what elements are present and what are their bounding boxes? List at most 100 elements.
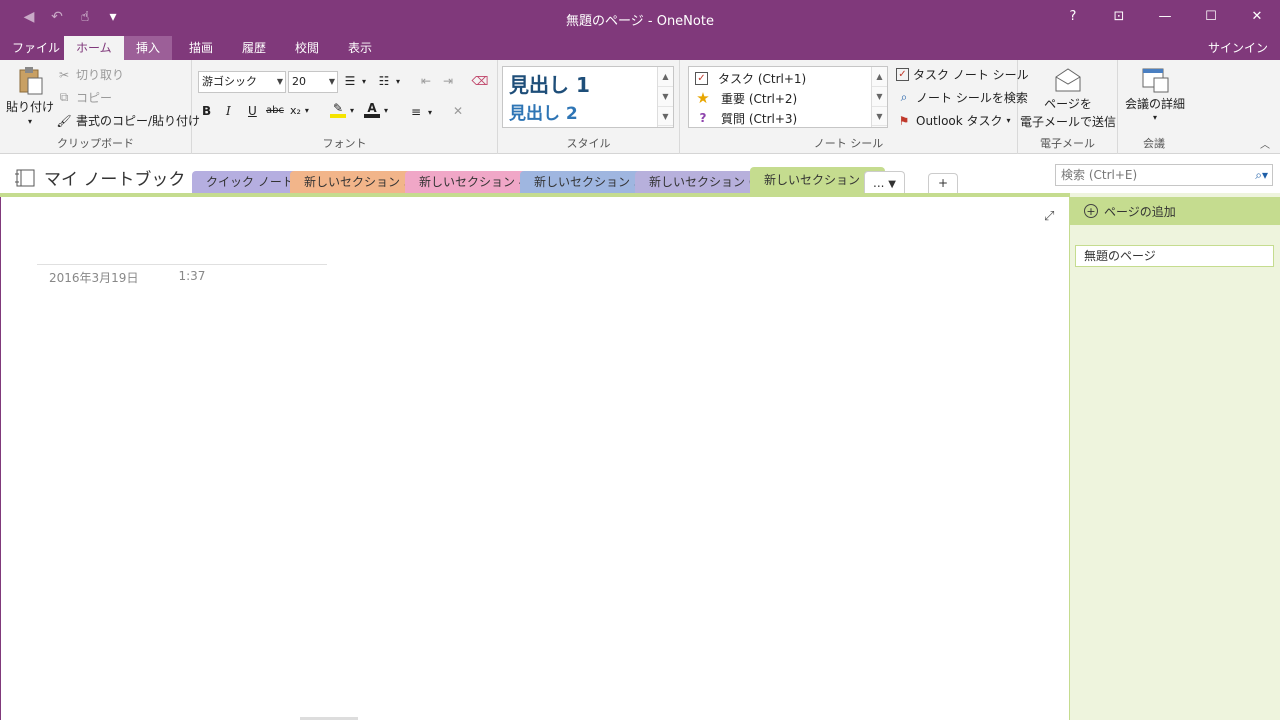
numbering-button[interactable]: ☷ ▾ xyxy=(376,73,400,89)
decrease-indent-button[interactable]: ⇤ xyxy=(418,73,434,89)
styles-group: 見出し 1 見出し 2 ▲ ▼ ▼ スタイル xyxy=(498,60,680,154)
copy-button[interactable]: ⧉ コピー xyxy=(56,89,112,106)
gallery-scroll[interactable]: ▲ ▼ ▼ xyxy=(871,67,887,127)
scroll-up-icon[interactable]: ▲ xyxy=(872,67,887,87)
scissors-icon: ✂ xyxy=(58,67,70,82)
paste-button[interactable]: 貼り付け ▾ xyxy=(6,66,54,126)
scroll-down-icon[interactable]: ▼ xyxy=(872,87,887,107)
tab-file[interactable]: ファイル xyxy=(0,36,72,60)
title-bar: ◀ ↶ ☝ ▾ 無題のページ - OneNote ? ⊡ — ☐ ✕ xyxy=(0,0,1280,36)
ribbon-display-icon[interactable]: ⊡ xyxy=(1096,0,1142,32)
group-label: 会議 xyxy=(1143,137,1165,150)
bullet-list-icon: ☰ xyxy=(344,74,356,88)
delete-x-icon: ✕ xyxy=(452,104,464,118)
search-icon[interactable]: ⌕▾ xyxy=(1255,165,1268,185)
italic-button[interactable]: I xyxy=(226,104,231,118)
customize-qat-icon[interactable]: ▾ xyxy=(102,6,124,28)
tab-home[interactable]: ホーム xyxy=(64,36,124,60)
tab-draw[interactable]: 描画 xyxy=(177,36,225,60)
font-color-button[interactable]: A ▾ xyxy=(364,101,389,118)
maximize-button[interactable]: ☐ xyxy=(1188,0,1234,32)
tab-view[interactable]: 表示 xyxy=(336,36,384,60)
chevron-down-icon: ▾ xyxy=(1006,116,1011,125)
minimize-button[interactable]: — xyxy=(1142,0,1188,32)
chevron-down-icon: ▾ xyxy=(1152,113,1157,122)
tag-label: タスク (Ctrl+1) xyxy=(718,71,807,86)
email-label-line2: 電子メールで送信 xyxy=(1020,115,1117,129)
notebook-selector[interactable]: マイ ノートブック ▼ xyxy=(14,165,202,190)
expand-icon[interactable]: ⤢ xyxy=(1044,209,1054,224)
chevron-down-icon: ▾ xyxy=(384,105,389,115)
todo-tag-label: タスク ノート シール xyxy=(913,68,1029,82)
subscript-button[interactable]: x₂ ▾ xyxy=(290,104,309,117)
search-placeholder: 検索 (Ctrl+E) xyxy=(1061,168,1138,182)
highlight-button[interactable]: ✎ ▾ xyxy=(330,101,355,118)
help-icon[interactable]: ? xyxy=(1050,0,1096,32)
clear-formatting-button[interactable]: ⌫ xyxy=(472,73,489,89)
back-icon[interactable]: ◀ xyxy=(18,6,40,28)
more-sections-button[interactable]: ... ▼ xyxy=(864,171,905,193)
email-label-line1: ページを xyxy=(1044,97,1092,111)
search-input[interactable]: 検索 (Ctrl+E) ⌕▾ xyxy=(1055,164,1273,186)
font-size-value: 20 xyxy=(292,75,306,88)
page-canvas[interactable]: ⤢ 2016年3月19日 1:37 xyxy=(0,197,1069,720)
undo-icon[interactable]: ↶ xyxy=(46,6,68,28)
strikethrough-button[interactable]: abc xyxy=(266,105,284,116)
cut-button[interactable]: ✂ 切り取り xyxy=(56,66,124,83)
envelope-icon xyxy=(1053,66,1083,94)
gallery-more-icon[interactable]: ▼ xyxy=(872,107,887,127)
paste-icon xyxy=(15,66,45,96)
tags-gallery[interactable]: ✓ タスク (Ctrl+1) ★ 重要 (Ctrl+2) ? 質問 (Ctrl+… xyxy=(688,66,888,128)
chevron-down-icon: ▾ xyxy=(350,105,355,115)
styles-gallery[interactable]: 見出し 1 見出し 2 ▲ ▼ ▼ xyxy=(502,66,674,128)
signin-link[interactable]: サインイン xyxy=(1208,36,1268,60)
meeting-details-label: 会議の詳細 xyxy=(1124,97,1185,111)
style-heading2[interactable]: 見出し 2 xyxy=(509,99,578,124)
add-page-label: ページの追加 xyxy=(1104,204,1176,219)
tag-item[interactable]: ✓ タスク (Ctrl+1) xyxy=(695,68,806,88)
collapse-ribbon-icon[interactable]: ︿ xyxy=(1260,136,1270,151)
gallery-scroll[interactable]: ▲ ▼ ▼ xyxy=(657,67,673,127)
outlook-tasks-button[interactable]: ⚑ Outlook タスク ▾ xyxy=(896,112,1011,129)
align-left-icon: ≡ xyxy=(410,105,422,119)
tab-insert[interactable]: 挿入 xyxy=(124,36,173,60)
align-button[interactable]: ≡ ▾ xyxy=(408,104,432,120)
touch-mode-icon[interactable]: ☝ xyxy=(74,6,96,28)
question-icon: ? xyxy=(699,111,707,125)
font-family-select[interactable]: 游ゴシック ▼ xyxy=(198,71,286,93)
quick-access-toolbar: ◀ ↶ ☝ ▾ xyxy=(18,6,124,28)
underline-button[interactable]: U xyxy=(248,104,257,118)
meeting-details-button[interactable]: 会議の詳細 ▾ xyxy=(1122,66,1188,122)
format-painter-button[interactable]: 🖌 書式のコピー/貼り付け xyxy=(56,112,200,129)
delete-button[interactable]: ✕ xyxy=(450,103,466,119)
font-family-value: 游ゴシック xyxy=(202,75,257,88)
chevron-down-icon: ▼ xyxy=(328,77,335,86)
bold-button[interactable]: B xyxy=(202,104,211,118)
scroll-up-icon[interactable]: ▲ xyxy=(658,67,673,87)
style-heading1[interactable]: 見出し 1 xyxy=(509,69,590,98)
chevron-down-icon: ▾ xyxy=(28,117,33,126)
group-label: 電子メール xyxy=(1040,137,1095,150)
add-page-button[interactable]: + ページの追加 xyxy=(1070,197,1280,225)
email-page-button[interactable]: ページを 電子メールで送信 xyxy=(1020,66,1116,130)
scroll-down-icon[interactable]: ▼ xyxy=(658,87,673,107)
tab-review[interactable]: 校閲 xyxy=(283,36,331,60)
find-tags-button[interactable]: ⌕ ノート シールを検索 xyxy=(896,89,1028,106)
email-group: ページを 電子メールで送信 電子メール xyxy=(1018,60,1118,154)
tab-history[interactable]: 履歴 xyxy=(230,36,278,60)
cut-label: 切り取り xyxy=(76,68,125,82)
tag-item[interactable]: ★ 重要 (Ctrl+2) xyxy=(695,88,797,108)
meeting-icon xyxy=(1140,66,1170,94)
increase-indent-button[interactable]: ⇥ xyxy=(440,73,456,89)
tag-item[interactable]: ? 質問 (Ctrl+3) xyxy=(695,108,798,128)
chevron-down-icon: ▾ xyxy=(428,107,433,117)
font-size-select[interactable]: 20 ▼ xyxy=(288,71,338,93)
chevron-down-icon: ▼ xyxy=(276,77,283,86)
page-item[interactable]: 無題のページ xyxy=(1075,245,1274,267)
clipboard-group: 貼り付け ▾ ✂ 切り取り ⧉ コピー 🖌 書式のコピー/貼り付け クリップボー… xyxy=(0,60,200,154)
gallery-more-icon[interactable]: ▼ xyxy=(658,107,673,127)
todo-tag-button[interactable]: ✓ タスク ノート シール xyxy=(896,66,1029,83)
close-button[interactable]: ✕ xyxy=(1234,0,1280,32)
bullets-button[interactable]: ☰ ▾ xyxy=(342,73,366,89)
add-section-button[interactable]: + xyxy=(928,173,959,193)
